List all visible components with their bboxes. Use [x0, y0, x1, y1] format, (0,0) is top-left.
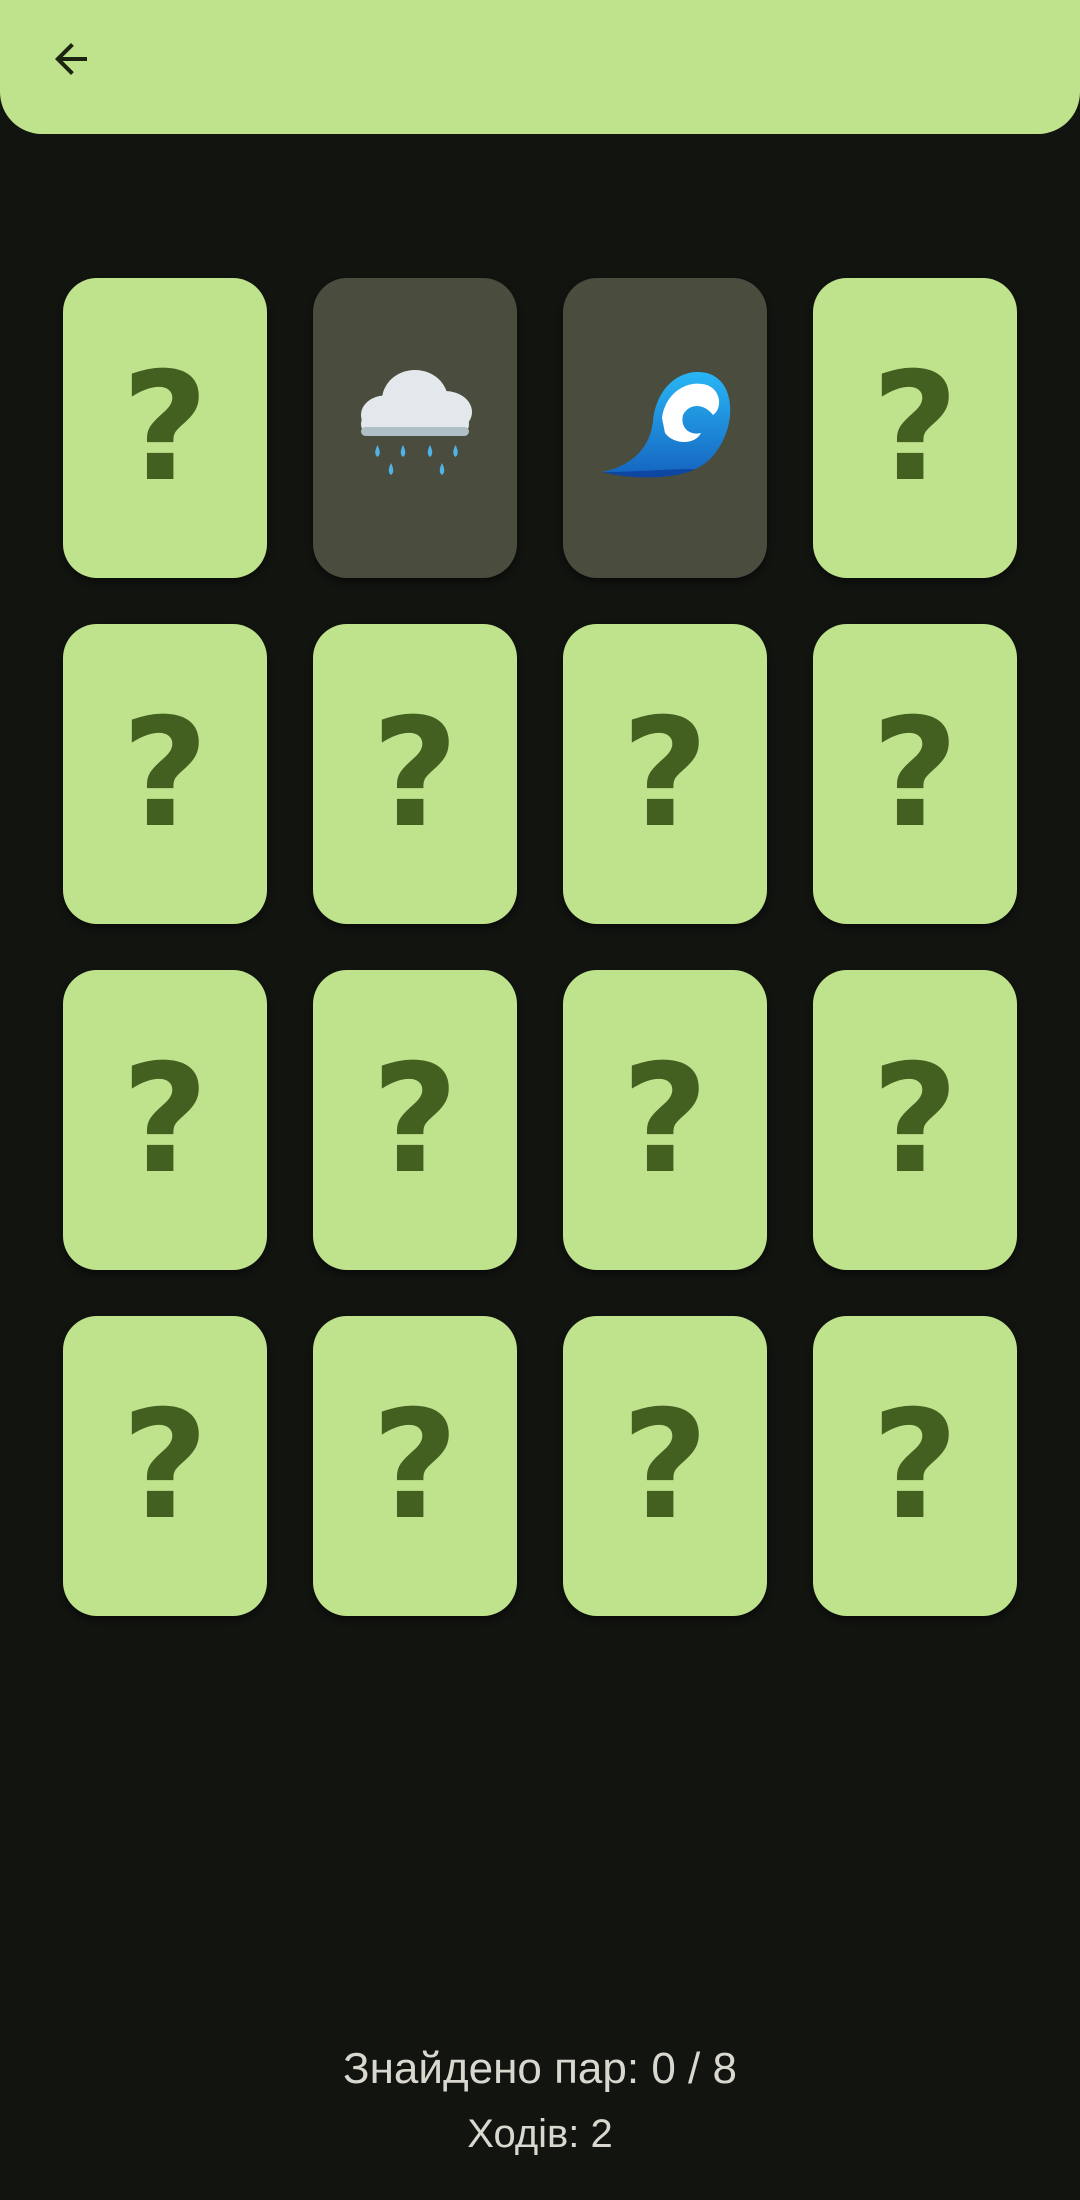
memory-card[interactable]: ?: [63, 278, 267, 578]
memory-card[interactable]: ?: [63, 624, 267, 924]
memory-card[interactable]: ?: [813, 278, 1017, 578]
memory-card[interactable]: ?: [63, 970, 267, 1270]
memory-card[interactable]: ?: [313, 970, 517, 1270]
memory-card[interactable]: ?: [813, 1316, 1017, 1616]
memory-card[interactable]: ?: [563, 1316, 767, 1616]
memory-card[interactable]: ?: [563, 970, 767, 1270]
question-mark-icon: ?: [121, 687, 209, 861]
question-mark-icon: ?: [121, 1379, 209, 1553]
memory-card[interactable]: [563, 278, 767, 578]
moves-count-text: Ходів: 2: [467, 2112, 613, 2156]
back-button[interactable]: [36, 26, 106, 96]
question-mark-icon: ?: [871, 687, 959, 861]
question-mark-icon: ?: [371, 1379, 459, 1553]
memory-card[interactable]: ?: [813, 970, 1017, 1270]
question-mark-icon: ?: [871, 1033, 959, 1207]
memory-card[interactable]: ?: [63, 1316, 267, 1616]
question-mark-icon: ?: [621, 687, 709, 861]
question-mark-icon: ?: [121, 341, 209, 515]
memory-card[interactable]: ?: [563, 624, 767, 924]
arrow-left-icon: [47, 35, 95, 88]
question-mark-icon: ?: [621, 1033, 709, 1207]
question-mark-icon: ?: [371, 687, 459, 861]
question-mark-icon: ?: [871, 1379, 959, 1553]
top-app-bar: [0, 0, 1080, 134]
question-mark-icon: ?: [621, 1379, 709, 1553]
memory-card[interactable]: ?: [813, 624, 1017, 924]
water-wave-icon: [590, 343, 740, 513]
rain-cloud-icon: [340, 343, 490, 513]
memory-game-screen: ?????????????? Знайдено пар: 0 / 8 Ходів…: [0, 0, 1080, 2200]
memory-card[interactable]: ?: [313, 624, 517, 924]
pairs-found-text: Знайдено пар: 0 / 8: [343, 2044, 737, 2093]
memory-card[interactable]: [313, 278, 517, 578]
question-mark-icon: ?: [371, 1033, 459, 1207]
card-grid: ??????????????: [63, 278, 1017, 1616]
question-mark-icon: ?: [121, 1033, 209, 1207]
memory-card[interactable]: ?: [313, 1316, 517, 1616]
question-mark-icon: ?: [871, 341, 959, 515]
